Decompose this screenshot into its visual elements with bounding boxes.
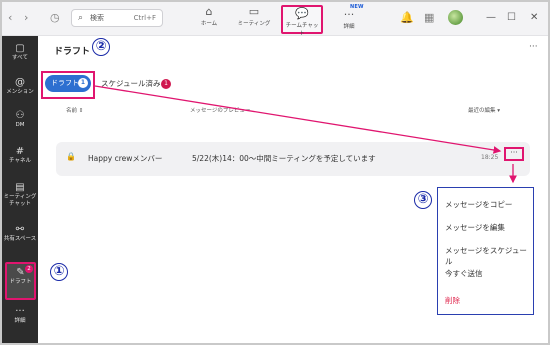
sidebar: ▢ すべて @ メンション ⚇ DM # チャネル ▤ ミーティング チャット … <box>2 36 38 343</box>
minimize-icon[interactable]: — <box>486 11 496 25</box>
tab-scheduled[interactable]: スケジュール済み <box>101 78 160 89</box>
close-icon[interactable]: ✕ <box>530 11 538 25</box>
row-time: 18:25 <box>481 154 499 161</box>
tab-drafts-count: 1 <box>78 78 88 88</box>
menu-item-copy[interactable]: メッセージをコピー <box>445 199 512 210</box>
column-header-recent[interactable]: 最近の編集 ▾ <box>468 106 500 114</box>
app-window: ‹ › ◷ ⌕ 検索 Ctrl+F ⌂ ホーム ▭ ミーティング 💬 チームチャ… <box>2 2 548 343</box>
annotation-step-2: ② <box>92 38 110 56</box>
more-icon: ··· <box>343 8 355 21</box>
row-more-button[interactable]: ··· <box>504 147 524 161</box>
nav-more[interactable]: ··· 詳細 <box>338 8 360 30</box>
sidebar-item-all[interactable]: ▢ すべて <box>2 43 38 62</box>
sidebar-item-channels[interactable]: # チャネル <box>2 146 38 165</box>
calendar-icon: ▤ <box>15 182 25 193</box>
chat-icon: 💬 <box>295 7 309 20</box>
context-menu: メッセージをコピー メッセージを編集 メッセージをスケジュール 今すぐ送信 削除 <box>437 187 534 315</box>
sidebar-item-dm[interactable]: ⚇ DM <box>2 110 38 129</box>
row-recipient: Happy crewメンバー <box>88 154 163 163</box>
avatar[interactable] <box>448 10 463 25</box>
tab-scheduled-count: 1 <box>161 79 171 89</box>
menu-item-schedule[interactable]: メッセージをスケジュール <box>445 245 533 267</box>
at-icon: @ <box>15 77 25 88</box>
menu-item-send-now[interactable]: 今すぐ送信 <box>445 268 483 279</box>
people-icon: ⚇ <box>15 110 25 121</box>
column-header-preview: メッセージのプレビュー <box>190 108 251 114</box>
annotation-step-1: ① <box>50 263 68 281</box>
draft-count-badge: 2 <box>25 265 33 273</box>
nav-meetings[interactable]: ▭ ミーティング <box>235 5 273 27</box>
top-bar: ‹ › ◷ ⌕ 検索 Ctrl+F ⌂ ホーム ▭ ミーティング 💬 チームチャ… <box>2 2 548 37</box>
menu-item-edit[interactable]: メッセージを編集 <box>445 222 505 233</box>
sidebar-item-meeting-chat[interactable]: ▤ ミーティング チャット <box>2 182 38 208</box>
page-title: ドラフト <box>54 47 91 57</box>
bell-icon[interactable]: 🔔 <box>400 11 414 25</box>
search-icon: ⌕ <box>78 13 84 23</box>
back-icon[interactable]: ‹ <box>8 11 12 25</box>
tab-drafts[interactable]: ドラフト 1 <box>45 75 91 92</box>
share-icon: ⚯ <box>15 224 25 235</box>
menu-item-delete[interactable]: 削除 <box>445 295 460 306</box>
hash-icon: # <box>15 146 25 157</box>
table-row[interactable]: 🔒 Happy crewメンバー 5/22(木)14：00〜中間ミーティングを予… <box>56 142 530 176</box>
sidebar-item-drafts[interactable]: ✎ 2 ドラフト <box>5 262 36 300</box>
sidebar-item-mentions[interactable]: @ メンション <box>2 77 38 96</box>
sidebar-item-more[interactable]: ··· 詳細 <box>2 306 38 325</box>
chat-bubble-icon: ▢ <box>15 43 25 54</box>
calendar-icon[interactable]: ▦ <box>424 11 434 25</box>
video-icon: ▭ <box>248 5 260 18</box>
search-input[interactable]: ⌕ 検索 Ctrl+F <box>71 9 163 27</box>
row-preview: 5/22(木)14：00〜中間ミーティングを予定しています <box>192 154 376 163</box>
ellipsis-icon: ··· <box>15 306 25 317</box>
home-icon: ⌂ <box>205 5 213 18</box>
lock-icon: 🔒 <box>66 152 76 161</box>
history-icon[interactable]: ◷ <box>50 11 60 25</box>
nav-home[interactable]: ⌂ ホーム <box>194 5 224 27</box>
annotation-step-3: ③ <box>414 191 432 209</box>
nav-team-chat[interactable]: 💬 チームチャット <box>281 5 323 37</box>
page-more-icon[interactable]: ··· <box>529 42 538 52</box>
forward-icon[interactable]: › <box>24 11 28 25</box>
sidebar-item-shared-spaces[interactable]: ⚯ 共有スペース <box>2 224 38 243</box>
column-header-name[interactable]: 名前 ⇕ <box>66 106 83 114</box>
maximize-icon[interactable]: ☐ <box>507 11 516 25</box>
